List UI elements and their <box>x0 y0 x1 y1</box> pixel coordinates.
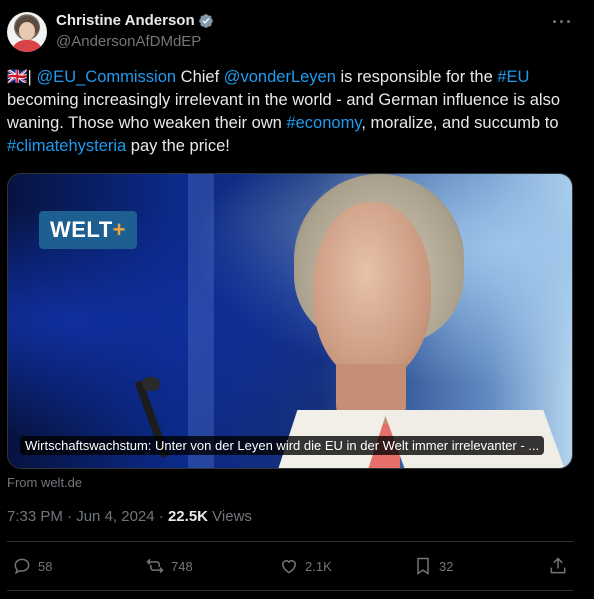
hashtag-economy[interactable]: #economy <box>286 114 361 132</box>
repost-count: 748 <box>171 558 193 574</box>
reply-count: 58 <box>38 558 53 574</box>
flag-emoji: 🇬🇧| <box>7 68 32 86</box>
reply-icon <box>14 558 30 575</box>
verified-badge-icon <box>199 14 213 28</box>
author-name[interactable]: Christine Anderson <box>56 12 195 29</box>
action-bar: 58 748 2.1K 32 <box>0 544 594 588</box>
heart-icon <box>281 560 297 574</box>
share-icon <box>550 557 566 574</box>
views-count: 22.5K <box>167 508 208 525</box>
tweet-text: 🇬🇧| @EU_Commission Chief @vonderLeyen is… <box>7 66 572 158</box>
more-options-icon[interactable]: ··· <box>552 12 573 33</box>
welt-plus-logo: WELT + <box>39 211 137 249</box>
hashtag-climatehysteria[interactable]: #climatehysteria <box>7 137 126 155</box>
author-avatar[interactable] <box>7 12 47 52</box>
link-preview-card[interactable]: WELT + Wirtschaftswachstum: Unter von der… <box>7 173 573 469</box>
microphone-icon <box>142 377 160 391</box>
meta-separator: · <box>62 508 77 525</box>
logo-text: WELT <box>49 217 113 242</box>
like-button[interactable]: 2.1K <box>279 556 332 576</box>
tweet-header: Christine Anderson @AndersonAfDMdEP ··· <box>0 0 594 60</box>
card-image-stripe <box>188 174 214 468</box>
tweet-meta: 7:33 PM · Jun 4, 2024 · 22.5K Views <box>7 508 252 525</box>
repost-icon <box>146 558 164 574</box>
divider-bottom <box>7 590 573 591</box>
tweet-text-segment: is responsible for the <box>335 68 498 86</box>
views-label: Views <box>208 508 252 525</box>
avatar-face <box>19 22 35 40</box>
card-source[interactable]: From welt.de <box>7 475 82 490</box>
meta-separator: · <box>154 508 168 525</box>
tweet-text-segment: Chief <box>176 68 224 86</box>
mention-eu-commission[interactable]: @EU_Commission <box>36 68 176 86</box>
logo-plus: + <box>112 217 127 242</box>
repost-button[interactable]: 748 <box>145 556 193 576</box>
tweet-date[interactable]: Jun 4, 2024 <box>76 508 154 525</box>
tweet-time[interactable]: 7:33 PM <box>7 508 63 525</box>
person-face <box>313 202 431 380</box>
author-handle[interactable]: @AndersonAfDMdEP <box>56 33 201 50</box>
hashtag-eu[interactable]: #EU <box>497 68 529 86</box>
reply-button[interactable]: 58 <box>12 556 52 576</box>
like-count: 2.1K <box>305 558 332 574</box>
bookmark-icon <box>417 557 429 575</box>
mention-vonderleyen[interactable]: @vonderLeyen <box>224 68 336 86</box>
tweet-text-segment: pay the price! <box>126 137 230 155</box>
card-caption[interactable]: Wirtschaftswachstum: Unter von der Leyen… <box>20 436 545 455</box>
avatar-shirt <box>11 40 43 52</box>
bookmark-count: 32 <box>439 558 454 574</box>
divider-top <box>7 541 573 542</box>
bookmark-button[interactable]: 32 <box>413 556 453 576</box>
share-button[interactable] <box>548 556 574 576</box>
tweet-text-segment: , moralize, and succumb to <box>361 114 559 132</box>
